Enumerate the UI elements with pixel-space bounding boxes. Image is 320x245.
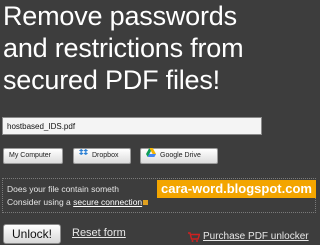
purchase-link[interactable]: Purchase PDF unlocker [188, 231, 309, 242]
reset-form-link[interactable]: Reset form [72, 227, 126, 239]
unlock-button[interactable]: Unlock! [3, 224, 61, 244]
headline: Remove passwords and restrictions from s… [3, 0, 320, 96]
dropbox-icon [79, 148, 88, 164]
headline-line-3: secured PDF files! [3, 65, 220, 95]
headline-line-2: and restrictions from [3, 33, 244, 63]
google-drive-label: Google Drive [160, 152, 201, 159]
my-computer-label: My Computer [9, 152, 52, 159]
cart-icon [188, 231, 200, 242]
headline-line-1: Remove passwords [3, 1, 237, 31]
google-drive-icon [146, 148, 156, 164]
watermark: cara-word.blogspot.com [157, 180, 316, 198]
secure-connection-link[interactable]: secure connection [73, 197, 142, 207]
google-drive-button[interactable]: Google Drive [140, 148, 218, 164]
notice-line-2-text: Consider using a [7, 197, 74, 207]
purchase-label: Purchase PDF unlocker [203, 231, 309, 242]
dropbox-label: Dropbox [92, 152, 119, 159]
dropbox-button[interactable]: Dropbox [73, 148, 131, 164]
my-computer-button[interactable]: My Computer [3, 148, 63, 164]
lock-icon [143, 200, 149, 206]
file-input[interactable]: hostbased_IDS.pdf [2, 117, 262, 135]
